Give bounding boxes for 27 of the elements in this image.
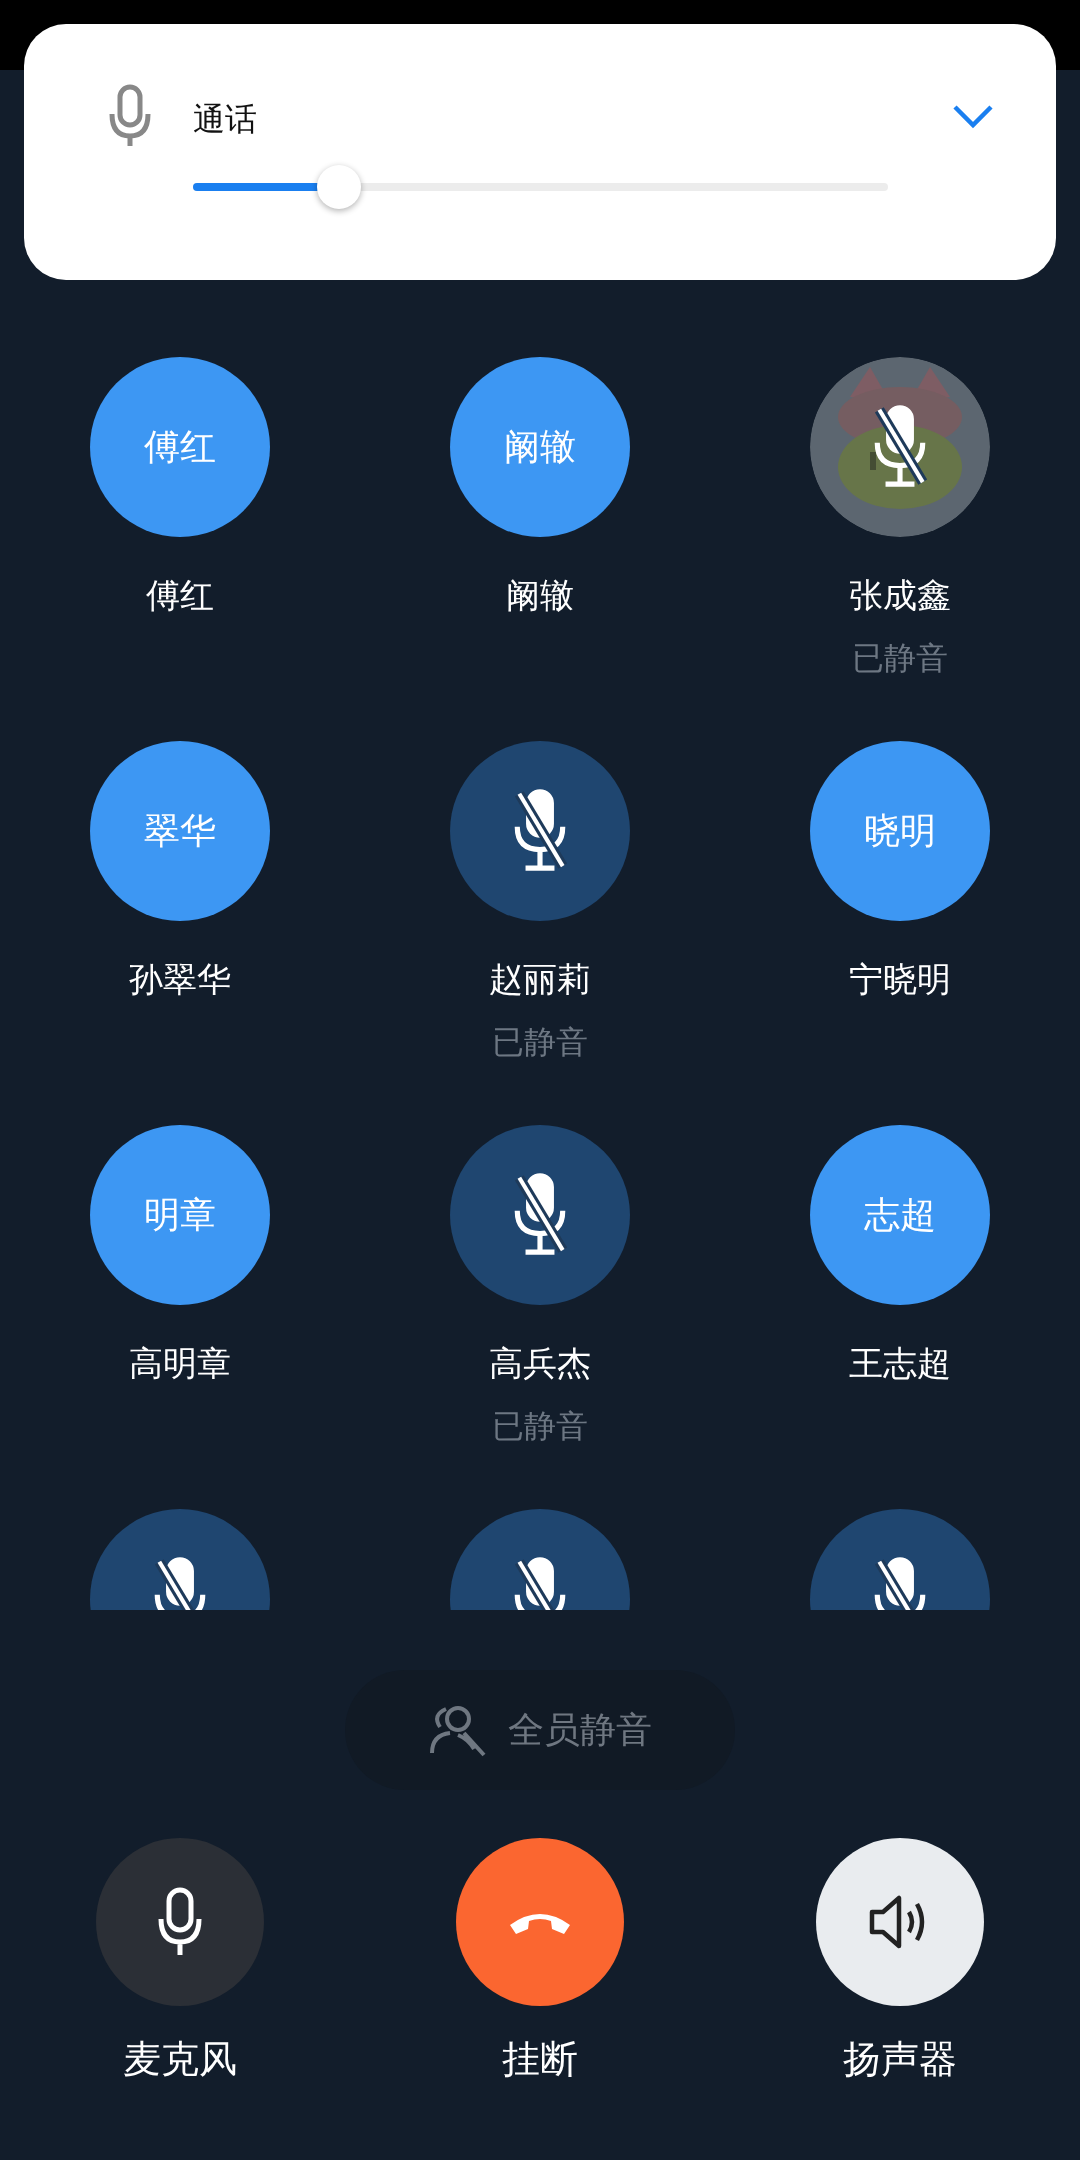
status-label: 已静音	[492, 1022, 588, 1063]
participant-name: 高明章	[129, 1342, 231, 1385]
control-label: 挂断	[502, 2036, 578, 2083]
participant-name: 傅红	[146, 574, 214, 617]
participant-name: 孙翠华	[129, 958, 231, 1001]
slider-thumb[interactable]	[316, 165, 361, 209]
participant-name: 阚辙	[506, 574, 574, 617]
microphone-icon	[158, 1887, 202, 1957]
control-label: 扬声器	[843, 2036, 957, 2083]
people-muted-icon	[428, 1703, 486, 1757]
participant-name: 王志超	[849, 1342, 951, 1385]
participant-name: 宁晓明	[849, 958, 951, 1001]
status-label: 已静音	[852, 638, 948, 679]
microphone-icon	[108, 84, 152, 148]
avatar-text: 志超	[864, 1192, 936, 1237]
participant-name: 高兵杰	[489, 1342, 591, 1385]
avatar-text: 翠华	[144, 808, 216, 853]
panel-title: 通话	[193, 99, 257, 140]
control-label: 麦克风	[123, 2036, 237, 2083]
avatar-text: 阚辙	[504, 424, 576, 469]
status-label: 已静音	[492, 1406, 588, 1447]
avatar-text: 明章	[144, 1192, 216, 1237]
participant-name: 张成鑫	[849, 574, 951, 617]
participant-name: 赵丽莉	[489, 958, 591, 1001]
avatar-text: 晓明	[864, 808, 936, 853]
chevron-down-icon[interactable]	[952, 104, 994, 130]
avatar-text: 傅红	[144, 424, 216, 469]
